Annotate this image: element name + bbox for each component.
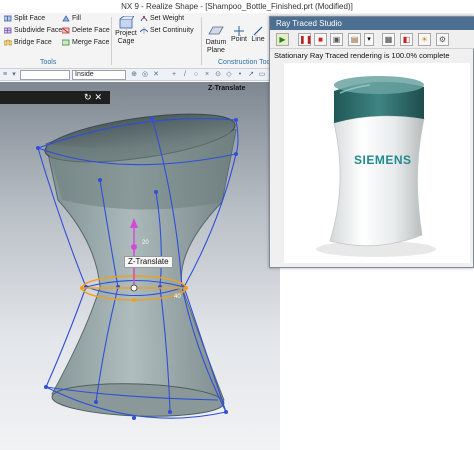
split-face-icon — [3, 15, 12, 22]
line-label: Line — [251, 36, 265, 43]
play-icon: ▶ — [279, 35, 286, 44]
render-viewport[interactable]: SIEMENS — [284, 63, 470, 263]
refresh-icon[interactable]: ↻ — [84, 92, 95, 102]
snap-icon[interactable]: ⊕ — [130, 70, 138, 79]
set-continuity-icon — [139, 27, 149, 34]
capture-options-dropdown[interactable]: ▾ — [364, 33, 374, 46]
project-cage-label: Project Cage — [115, 30, 137, 45]
delete-face-button[interactable]: Delete Face — [61, 27, 110, 34]
existing-point-icon[interactable]: • — [236, 70, 244, 79]
merge-face-icon — [61, 39, 70, 46]
region-icon: ◧ — [402, 35, 411, 44]
point-button[interactable]: Point — [230, 26, 248, 44]
region-render-button[interactable]: ◧ — [400, 33, 413, 46]
pause-icon: ❚❚ — [299, 35, 313, 44]
endpoint-icon[interactable]: + — [170, 70, 178, 79]
point-on-curve-icon[interactable]: ↗ — [247, 70, 255, 79]
camera-icon: ▣ — [332, 35, 341, 44]
snapshot-button[interactable]: ▣ — [330, 33, 343, 46]
image-icon: ▤ — [350, 35, 359, 44]
ray-traced-studio-window[interactable]: Ray Traced Studio ▶ ❚❚ ■ ▣ ▤ ▾ ▦ ◧ ☀ ⚙ S… — [269, 16, 474, 268]
lighting-button[interactable]: ☀ — [418, 33, 431, 46]
line-button[interactable]: Line — [250, 26, 266, 44]
viewport-toolbar: ↻✕ — [0, 91, 110, 104]
deselect-icon[interactable]: ✕ — [152, 70, 160, 79]
gear-icon: ⚙ — [438, 35, 447, 44]
datum-plane-label: Datum Plane — [205, 39, 227, 54]
point-on-face-icon[interactable]: ▭ — [258, 70, 266, 79]
merge-face-label: Merge Face — [72, 39, 110, 46]
capture-button[interactable]: ▤ — [348, 33, 361, 46]
start-render-button[interactable]: ▶ — [276, 33, 289, 46]
close-icon[interactable]: ✕ — [95, 92, 106, 102]
fill-icon — [62, 15, 70, 22]
rts-title: Ray Traced Studio — [270, 17, 474, 30]
rts-toolbar: ▶ ❚❚ ■ ▣ ▤ ▾ ▦ ◧ ☀ ⚙ — [270, 30, 474, 49]
bridge-face-button[interactable]: Bridge Face — [3, 39, 52, 46]
project-cage-button[interactable]: Project Cage — [114, 16, 138, 60]
construction-group-label: Construction Too — [218, 59, 271, 66]
film-icon: ▦ — [384, 35, 393, 44]
rts-status-text: Stationary Ray Traced rendering is 100.0… — [274, 51, 450, 60]
quadrant-icon[interactable]: ◇ — [225, 70, 233, 79]
subdivide-face-icon — [3, 27, 12, 34]
stop-button[interactable]: ■ — [314, 33, 327, 46]
menu-icon[interactable]: ≡ — [1, 70, 9, 79]
split-face-label: Split Face — [14, 15, 46, 22]
set-weight-icon — [140, 15, 148, 22]
project-cage-icon — [119, 16, 134, 29]
film-button[interactable]: ▦ — [382, 33, 395, 46]
line-icon — [253, 26, 263, 36]
point-label: Point — [231, 36, 247, 43]
ribbon-separator — [111, 17, 112, 65]
pause-button[interactable]: ❚❚ — [298, 33, 313, 46]
delete-face-icon — [61, 27, 70, 34]
chevron-down-icon: ▾ — [367, 36, 371, 43]
brand-label: SIEMENS — [354, 153, 412, 167]
datum-plane-icon — [208, 26, 224, 35]
fill-button[interactable]: Fill — [62, 15, 81, 22]
set-continuity-label: Set Continuity — [150, 27, 194, 34]
intersection-icon[interactable]: × — [203, 70, 211, 79]
z-translate-handle-label: Z-Translate — [124, 256, 173, 268]
datum-plane-button[interactable]: Datum Plane — [203, 26, 229, 55]
fill-label: Fill — [72, 15, 81, 22]
midpoint-icon[interactable]: / — [181, 70, 189, 79]
set-weight-label: Set Weight — [150, 15, 185, 22]
ribbon-separator — [201, 17, 202, 65]
control-point-icon[interactable]: ○ — [192, 70, 200, 79]
selection-bar: ≡ ▾ Inside ⊕ ◎ ✕ + / ○ × ⊙ ◇ • ↗ ▭ — [0, 69, 280, 81]
split-face-button[interactable]: Split Face — [3, 15, 46, 22]
type-filter-dropdown[interactable] — [20, 70, 70, 80]
bridge-face-label: Bridge Face — [14, 39, 52, 46]
delete-face-label: Delete Face — [72, 27, 110, 34]
filter-icon[interactable]: ▾ — [10, 70, 18, 79]
selection-scope-value: Inside — [75, 71, 94, 78]
merge-face-button[interactable]: Merge Face — [61, 39, 110, 46]
handle-tick-top: 20 — [142, 240, 149, 246]
selection-scope-dropdown[interactable]: Inside — [72, 70, 126, 80]
point-icon — [234, 26, 244, 36]
bridge-face-icon — [3, 39, 13, 46]
handle-tick-right: 40 — [174, 294, 181, 300]
stop-icon: ■ — [318, 35, 323, 44]
lighting-icon: ☀ — [420, 35, 429, 44]
viewport-controls: ↻✕ — [84, 91, 105, 104]
set-continuity-button[interactable]: Set Continuity — [139, 27, 194, 34]
subdivide-face-button[interactable]: Subdivide Face — [3, 27, 63, 34]
subdivide-face-label: Subdivide Face — [14, 27, 63, 34]
tools-group-label: Tools — [40, 59, 57, 66]
graphics-window[interactable]: Z-Translate 20 40 — [0, 82, 280, 450]
select-all-icon[interactable]: ◎ — [141, 70, 149, 79]
window-title: NX 9 - Realize Shape - [Shampoo_Bottle_F… — [0, 0, 474, 13]
set-weight-button[interactable]: Set Weight — [140, 15, 184, 22]
settings-button[interactable]: ⚙ — [436, 33, 449, 46]
center-icon[interactable]: ⊙ — [214, 70, 222, 79]
